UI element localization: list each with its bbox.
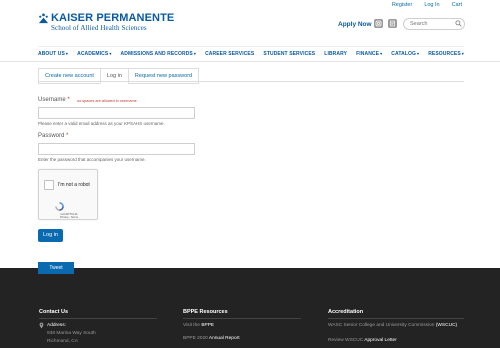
nav-divider <box>0 61 500 62</box>
logo-icon <box>38 13 49 24</box>
blog-icon[interactable] <box>388 19 397 28</box>
utility-links: Register Log In Cart <box>392 2 462 8</box>
nav-label: ADMISSIONS AND RECORDS <box>120 51 193 57</box>
chevron-down-icon: ▾ <box>109 51 112 56</box>
nav-label: STUDENT SERVICES <box>263 51 316 57</box>
nav-label: CAREER SERVICES <box>205 51 255 57</box>
register-link[interactable]: Register <box>392 2 412 8</box>
nav-academics[interactable]: ACADEMICS▾ <box>77 51 111 57</box>
username-error: no spaces are allowed in username <box>77 99 137 103</box>
main-nav: ABOUT US▾ ACADEMICS▾ ADMISSIONS AND RECO… <box>38 46 464 61</box>
chevron-down-icon: ▾ <box>193 51 196 56</box>
nav-label: FINANCE <box>356 51 380 57</box>
accreditation-line-2-text: Review WSCUC <box>328 338 364 343</box>
nav-label: ABOUT US <box>38 51 65 57</box>
required-mark: * <box>66 133 69 139</box>
tab-divider <box>38 81 464 82</box>
password-field[interactable] <box>38 143 195 155</box>
chevron-down-icon: ▾ <box>380 51 383 56</box>
bppe-divider <box>183 318 301 319</box>
bppe-line-1-text: Visit the <box>183 323 200 328</box>
recaptcha-widget: I'm not a robot reCAPTCHA Privacy - Term… <box>38 169 98 220</box>
site-footer <box>0 268 500 348</box>
password-label-text: Password <box>38 133 65 139</box>
nav-catalog[interactable]: CATALOG▾ <box>391 51 419 57</box>
bppe-line-2-text: BPPE 2020 <box>183 336 208 341</box>
login-link[interactable]: Log In <box>424 2 439 8</box>
instagram-icon[interactable] <box>374 19 383 28</box>
cart-link[interactable]: Cart <box>452 2 462 8</box>
address-label-text: Address: <box>47 323 66 328</box>
nav-admissions[interactable]: ADMISSIONS AND RECORDS▾ <box>121 51 196 57</box>
accreditation-divider <box>328 318 464 319</box>
nav-label: ACADEMICS <box>77 51 109 57</box>
username-label-text: Username <box>38 97 66 103</box>
brand-subtitle: School of Allied Health Sciences <box>51 24 147 32</box>
nav-library[interactable]: LIBRARY <box>324 51 347 57</box>
nav-label: LIBRARY <box>324 51 348 57</box>
recaptcha-links[interactable]: Privacy - Terms <box>45 216 93 219</box>
nav-finance[interactable]: FINANCE▾ <box>356 51 382 57</box>
recaptcha-icon <box>55 202 64 211</box>
contact-heading: Contact Us <box>39 309 69 315</box>
apply-now-label: Apply Now <box>338 21 372 28</box>
username-label: Username * <box>38 97 70 103</box>
address-line-2: Richmond, CA <box>47 339 78 344</box>
contact-divider <box>39 318 157 319</box>
password-label: Password * <box>38 133 68 139</box>
address-line-1: 938 Marina Way South <box>47 331 96 336</box>
log-in-button[interactable]: Log in <box>38 229 63 242</box>
nav-about-us[interactable]: ABOUT US▾ <box>38 51 68 57</box>
recaptcha-checkbox[interactable] <box>44 180 54 190</box>
nav-resources[interactable]: RESOURCES▾ <box>428 51 464 57</box>
site-logo[interactable]: KAISER PERMANENTE School of Allied Healt… <box>38 13 174 32</box>
chevron-down-icon: ▾ <box>65 51 69 56</box>
search-icon[interactable] <box>455 20 462 27</box>
chevron-down-icon: ▾ <box>416 51 420 56</box>
password-help: Enter the password that accompanies your… <box>38 157 146 162</box>
brand-name: KAISER PERMANENTE <box>51 12 175 24</box>
bppe-line-2: BPPE 2020 Annual Report <box>183 336 240 341</box>
accreditation-line-1: WASC Senior College and University Commi… <box>328 323 457 328</box>
tweet-tab[interactable]: Tweet <box>38 262 74 274</box>
accreditation-line-1-text: WASC Senior College and University Commi… <box>328 323 435 328</box>
recaptcha-label: I'm not a robot <box>58 182 90 188</box>
map-pin-icon <box>39 322 44 329</box>
bppe-link[interactable]: BPPE <box>201 323 214 328</box>
nav-label: RESOURCES <box>428 51 461 57</box>
accreditation-heading: Accreditation <box>328 309 364 315</box>
nav-student-services[interactable]: STUDENT SERVICES <box>263 51 315 57</box>
chevron-down-icon: ▾ <box>461 51 464 56</box>
bppe-line-1: Visit the BPPE <box>183 323 214 328</box>
approval-letter-link[interactable]: Approval Letter <box>364 338 397 343</box>
username-field[interactable] <box>38 107 195 119</box>
wscuc-link[interactable]: (WSCUC) <box>436 323 457 328</box>
address-label: Address: <box>47 323 66 328</box>
required-mark: * <box>67 97 70 103</box>
nav-label: CATALOG <box>391 51 416 57</box>
accreditation-line-2: Review WSCUC Approval Letter <box>328 338 397 343</box>
bppe-heading: BPPE Resources <box>183 309 228 315</box>
annual-report-link[interactable]: Annual Report <box>209 336 240 341</box>
username-help: Please enter a valid email address as yo… <box>38 121 165 126</box>
nav-career-services[interactable]: CAREER SERVICES <box>205 51 254 57</box>
